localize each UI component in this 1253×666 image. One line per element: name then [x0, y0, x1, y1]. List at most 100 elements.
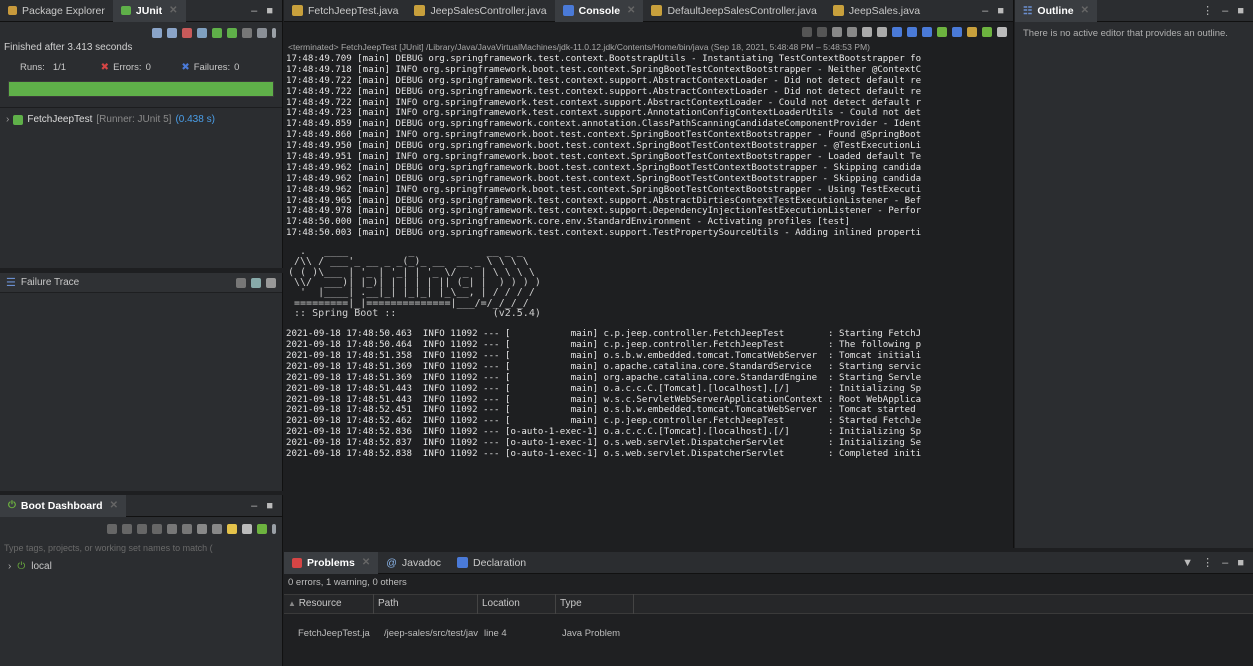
tab-jeepsalescontroller[interactable]: JeepSalesController.java — [406, 0, 554, 22]
tab-javadoc[interactable]: @ Javadoc — [378, 552, 449, 574]
close-icon[interactable]: ✕ — [110, 500, 118, 511]
stop-icon[interactable] — [137, 524, 147, 534]
show-stderr-icon[interactable] — [922, 27, 932, 37]
console-line: 17:48:49.859 [main] DEBUG org.springfram… — [286, 119, 922, 130]
column-location[interactable]: Location — [478, 594, 556, 614]
console-icon[interactable] — [182, 524, 192, 534]
tab-label: Declaration — [473, 556, 527, 569]
prev-failure-icon[interactable] — [167, 28, 177, 38]
list-item-local[interactable]: › ⏻ local — [0, 553, 282, 580]
tab-defaultjeepsalescontroller[interactable]: DefaultJeepSalesController.java — [643, 0, 824, 22]
finished-label: Finished after 3.413 seconds — [4, 42, 133, 53]
filter-menu-icon[interactable]: ▼ ⋮ – ■ — [1182, 556, 1253, 569]
open-browser-icon[interactable] — [167, 524, 177, 534]
pin-icon[interactable] — [802, 27, 812, 37]
declaration-icon — [457, 557, 469, 568]
minimize-maximize-icon[interactable]: – ■ — [251, 5, 282, 17]
chevron-right-icon[interactable]: › — [8, 561, 11, 572]
minimize-maximize-icon[interactable]: – ■ — [982, 5, 1013, 17]
tab-outline[interactable]: ☷ Outline ✕ — [1015, 0, 1097, 22]
errors-label: Errors: — [113, 62, 142, 73]
tab-junit[interactable]: JUnit ✕ — [112, 0, 186, 22]
remove-launch-icon[interactable] — [832, 27, 842, 37]
pin-console-icon[interactable] — [937, 27, 947, 37]
settings-icon[interactable] — [997, 27, 1007, 37]
copy-trace-icon[interactable] — [266, 277, 276, 288]
compare-icon[interactable] — [236, 277, 246, 288]
console-line: 17:48:49.962 [main] DEBUG org.springfram… — [286, 162, 922, 173]
next-failure-icon[interactable] — [152, 28, 162, 38]
tab-problems[interactable]: Problems ✕ — [284, 551, 379, 574]
column-path[interactable]: Path — [374, 594, 478, 614]
new-console-icon[interactable] — [982, 27, 992, 37]
cell-type: Java Problem — [562, 627, 621, 639]
tab-label: Javadoc — [401, 556, 442, 569]
test-runner: [Runner: JUnit 5] — [96, 114, 172, 125]
rerun-failed-icon[interactable] — [227, 28, 237, 38]
chevron-right-icon[interactable]: › — [6, 114, 9, 125]
console-line: 17:48:49.718 [main] INFO org.springframe… — [286, 64, 922, 75]
tab-label: Package Explorer — [22, 4, 105, 17]
stop-icon[interactable] — [242, 28, 252, 38]
terminate-icon[interactable] — [817, 27, 827, 37]
scroll-lock-icon[interactable] — [197, 28, 207, 38]
tab-label: Console — [578, 4, 621, 17]
console-panel: FetchJeepTest.java JeepSalesController.j… — [284, 0, 1014, 548]
log-line: 2021-09-18 17:48:52.836 INFO 11092 --- [… — [286, 427, 922, 438]
clear-console-icon[interactable] — [862, 27, 872, 37]
tab-label: Boot Dashboard — [20, 499, 103, 512]
console-line: 17:48:49.978 [main] DEBUG org.springfram… — [286, 206, 922, 217]
view-menu-icon[interactable]: ⋮ – ■ — [1202, 4, 1253, 17]
boot-dashboard-tabbar: ⏻ Boot Dashboard ✕ – ■ — [0, 494, 282, 517]
tab-boot-dashboard[interactable]: ⏻ Boot Dashboard ✕ — [0, 494, 126, 517]
show-failures-icon[interactable] — [182, 28, 192, 38]
errors-value: 0 — [145, 62, 151, 73]
display-console-icon[interactable] — [952, 27, 962, 37]
column-type[interactable]: Type — [556, 594, 634, 614]
errors-icon: ✖ — [100, 62, 110, 73]
console-icon — [562, 5, 574, 16]
tab-package-explorer[interactable]: Package Explorer — [0, 0, 113, 22]
progress-bar — [8, 81, 274, 97]
bulb-icon[interactable] — [227, 524, 237, 534]
history-icon[interactable] — [257, 28, 267, 38]
restart-icon[interactable] — [152, 524, 162, 534]
tags-filter-input[interactable]: Type tags, projects, or working set name… — [4, 543, 278, 553]
table-row[interactable]: FetchJeepTest.ja /jeep-sales/src/test/ja… — [284, 624, 1253, 642]
show-stdout-icon[interactable] — [907, 27, 917, 37]
rerun-icon[interactable] — [212, 28, 222, 38]
close-icon[interactable]: ✕ — [362, 557, 370, 568]
close-icon[interactable]: ✕ — [169, 5, 177, 16]
failures-value: 0 — [234, 62, 240, 73]
scroll-lock-icon[interactable] — [877, 27, 887, 37]
edit-icon[interactable] — [197, 524, 207, 534]
tab-declaration[interactable]: Declaration — [449, 552, 534, 574]
close-icon[interactable]: ✕ — [627, 5, 635, 16]
tab-fetchjeeptest[interactable]: FetchJeepTest.java — [284, 0, 406, 22]
remove-all-icon[interactable] — [847, 27, 857, 37]
console-log-lines[interactable]: 2021-09-18 17:48:50.463 INFO 11092 --- [… — [284, 319, 1013, 460]
add-icon[interactable] — [257, 524, 267, 534]
console-debug-lines[interactable]: 17:48:49.709 [main] DEBUG org.springfram… — [284, 54, 1013, 239]
properties-icon[interactable] — [212, 524, 222, 534]
filter-stack-icon[interactable] — [251, 277, 261, 288]
log-line: 2021-09-18 17:48:52.451 INFO 11092 --- [… — [286, 405, 916, 416]
tab-console[interactable]: Console ✕ — [554, 0, 644, 22]
start-icon[interactable] — [107, 524, 117, 534]
junit-icon — [120, 6, 131, 15]
problems-summary: 0 errors, 1 warning, 0 others — [288, 577, 407, 588]
filter-icon[interactable] — [242, 524, 252, 534]
console-line: 17:48:50.000 [main] DEBUG org.springfram… — [286, 217, 850, 228]
close-icon[interactable]: ✕ — [1081, 5, 1089, 16]
tab-jeepsales[interactable]: JeepSales.java — [825, 0, 928, 22]
tree-item-test[interactable]: › FetchJeepTest [Runner: JUnit 5] (0.438… — [0, 114, 282, 125]
view-menu-icon[interactable] — [272, 28, 276, 38]
tab-label: JeepSalesController.java — [430, 4, 547, 17]
view-menu-icon[interactable] — [272, 524, 276, 534]
column-resource[interactable]: ▲ Resource — [284, 594, 374, 614]
word-wrap-icon[interactable] — [892, 27, 902, 37]
minimize-maximize-icon[interactable]: – ■ — [251, 500, 282, 512]
open-console-icon[interactable] — [967, 27, 977, 37]
debug-icon[interactable] — [122, 524, 132, 534]
cell-path: /jeep-sales/src/test/jav — [384, 627, 478, 639]
